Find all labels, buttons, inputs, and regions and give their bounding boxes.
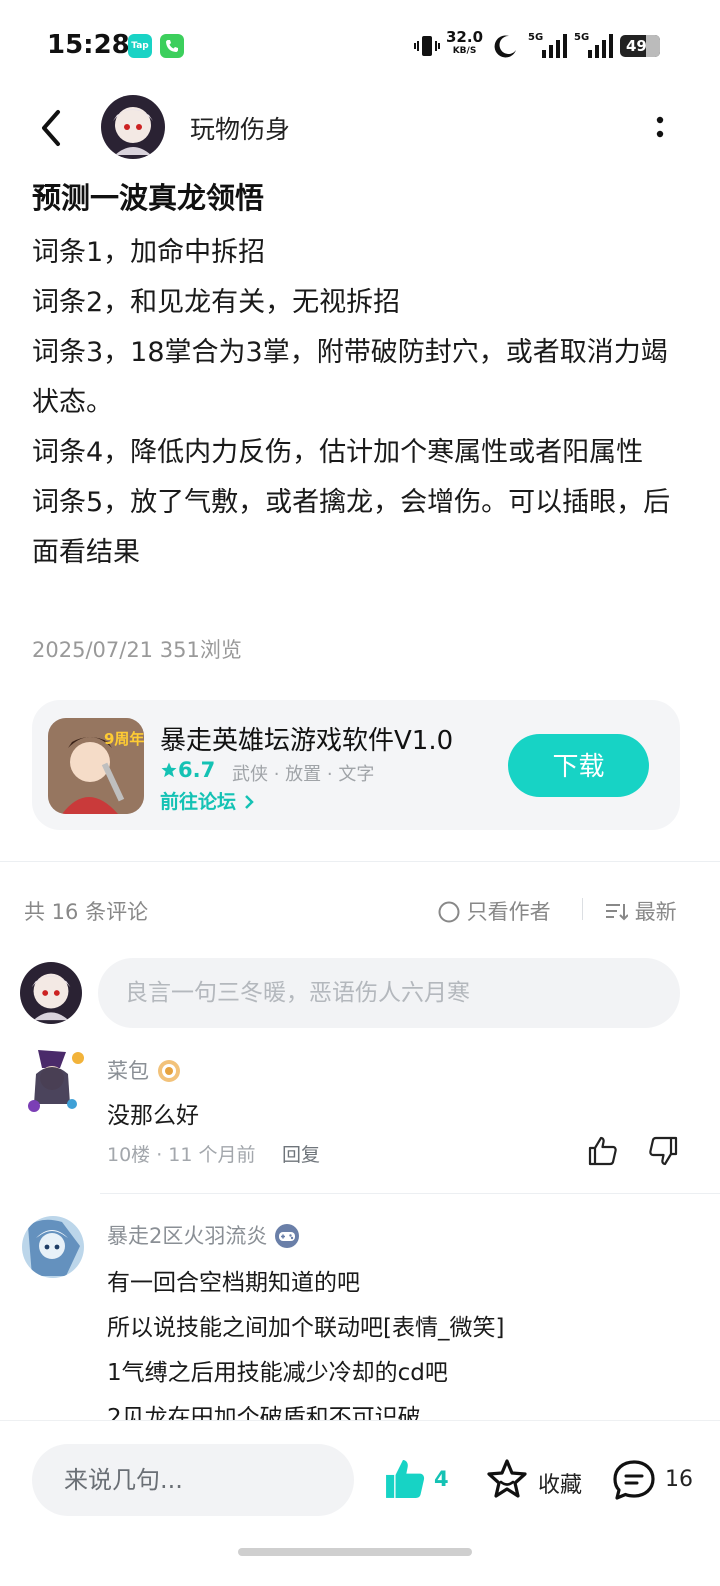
post-line: 词条2，和见龙有关，无视拆招 xyxy=(32,287,401,318)
more-vertical-icon xyxy=(656,116,664,138)
post-line: 词条3，18掌合为3掌，附带破防封穴，或者取消力竭状态。 xyxy=(32,337,668,418)
thumbs-up-filled-icon xyxy=(386,1460,425,1498)
radio-circle-icon xyxy=(438,901,460,923)
post-body: 词条1，加命中拆招 词条2，和见龙有关，无视拆招 词条3，18掌合为3掌，附带破… xyxy=(32,228,682,578)
svg-text:9周年: 9周年 xyxy=(104,730,144,748)
signal-5g-icon-2: 5G xyxy=(574,30,616,64)
post-meta: 2025/07/21 351浏览 xyxy=(32,634,242,664)
thumbs-up-icon xyxy=(588,1136,617,1166)
signal-5g-icon-1: 5G xyxy=(528,30,570,64)
do-not-disturb-icon xyxy=(492,33,518,63)
home-indicator[interactable] xyxy=(238,1548,472,1556)
sort-toggle[interactable]: 最新 xyxy=(604,896,677,926)
taptap-app-icon: Tap xyxy=(128,34,152,58)
forum-link[interactable]: 前往论坛 xyxy=(160,787,255,814)
comment-line: 有一回合空档期知道的吧 xyxy=(107,1270,360,1296)
svg-text:5G: 5G xyxy=(574,32,589,43)
favorite-button[interactable] xyxy=(485,1457,529,1505)
comment-line: 1气缚之后用技能减少冷却的cd吧 xyxy=(107,1360,448,1386)
chat-bubble-icon xyxy=(613,1460,655,1500)
favorite-label[interactable]: 收藏 xyxy=(538,1467,582,1499)
comment-count: 共 16 条评论 xyxy=(24,900,149,924)
bottom-comment-input[interactable]: 来说几句... xyxy=(32,1444,354,1516)
status-time: 15:28 xyxy=(47,30,130,60)
comment-input[interactable]: 良言一句三冬暖，恶语伤人六月寒 xyxy=(98,958,680,1028)
comment-line: 所以说技能之间加个联动吧[表情_微笑] xyxy=(107,1315,505,1341)
post-line: 词条4，降低内力反伤，估计加个寒属性或者阳属性 xyxy=(32,437,644,468)
reply-button[interactable]: 回复 xyxy=(282,1140,320,1167)
comment-like-button[interactable] xyxy=(586,1134,620,1172)
comment-text: 有一回合空档期知道的吧 所以说技能之间加个联动吧[表情_微笑] 1气缚之后用技能… xyxy=(107,1261,504,1441)
commenter-avatar[interactable] xyxy=(20,1046,90,1116)
game-icon[interactable]: 9周年 xyxy=(48,718,144,814)
gamepad-badge-icon xyxy=(275,1224,300,1248)
battery-indicator: 49 xyxy=(620,35,660,57)
post-line: 词条5，放了气敷，或者擒龙，会增伤。可以插眼，后面看结果 xyxy=(32,487,671,568)
svg-text:5G: 5G xyxy=(528,32,543,43)
post-like-count: 4 xyxy=(434,1467,449,1491)
vibrate-icon xyxy=(414,33,440,63)
section-divider xyxy=(0,861,720,862)
author-only-toggle[interactable]: 只看作者 xyxy=(438,896,551,926)
comment-divider xyxy=(100,1193,720,1194)
game-tags: 武侠 · 放置 · 文字 xyxy=(232,764,375,785)
my-avatar xyxy=(20,962,82,1024)
post-title: 预测一波真龙领悟 xyxy=(32,181,265,215)
star-icon xyxy=(161,762,177,778)
post-date: 2025/07/21 xyxy=(32,638,154,662)
sort-icon xyxy=(606,904,629,921)
back-button[interactable] xyxy=(36,106,68,150)
comment-username[interactable]: 暴走2区火羽流炎 xyxy=(107,1220,300,1250)
comment-username[interactable]: 菜包 xyxy=(107,1055,182,1085)
game-rating: 6.7 xyxy=(160,758,215,782)
comment-text: 没那么好 xyxy=(107,1103,199,1129)
header-separator xyxy=(582,898,583,920)
post-line: 词条1，加命中拆招 xyxy=(32,237,266,268)
star-outline-icon xyxy=(487,1459,527,1498)
author-name[interactable]: 玩物伤身 xyxy=(190,110,290,146)
comment-meta: 10楼 · 11 个月前 xyxy=(107,1144,256,1166)
download-button[interactable]: 下载 xyxy=(508,734,649,797)
post-like-button[interactable] xyxy=(382,1456,428,1506)
comment-dislike-button[interactable] xyxy=(646,1134,680,1172)
author-avatar[interactable] xyxy=(101,95,165,159)
chevron-left-icon xyxy=(42,110,60,146)
user-badge-icon xyxy=(157,1060,180,1082)
comments-button[interactable] xyxy=(611,1458,657,1506)
game-title[interactable]: 暴走英雄坛游戏软件V1.0 xyxy=(160,720,453,757)
thumbs-down-icon xyxy=(649,1136,678,1166)
post-views: 351浏览 xyxy=(159,638,242,662)
more-options-button[interactable] xyxy=(650,112,670,144)
network-speed: 32.0 KB/S xyxy=(446,28,484,57)
phone-app-icon xyxy=(160,34,184,58)
chevron-right-icon xyxy=(244,795,254,809)
comments-count: 16 xyxy=(665,1467,693,1492)
commenter-avatar[interactable] xyxy=(22,1216,84,1278)
